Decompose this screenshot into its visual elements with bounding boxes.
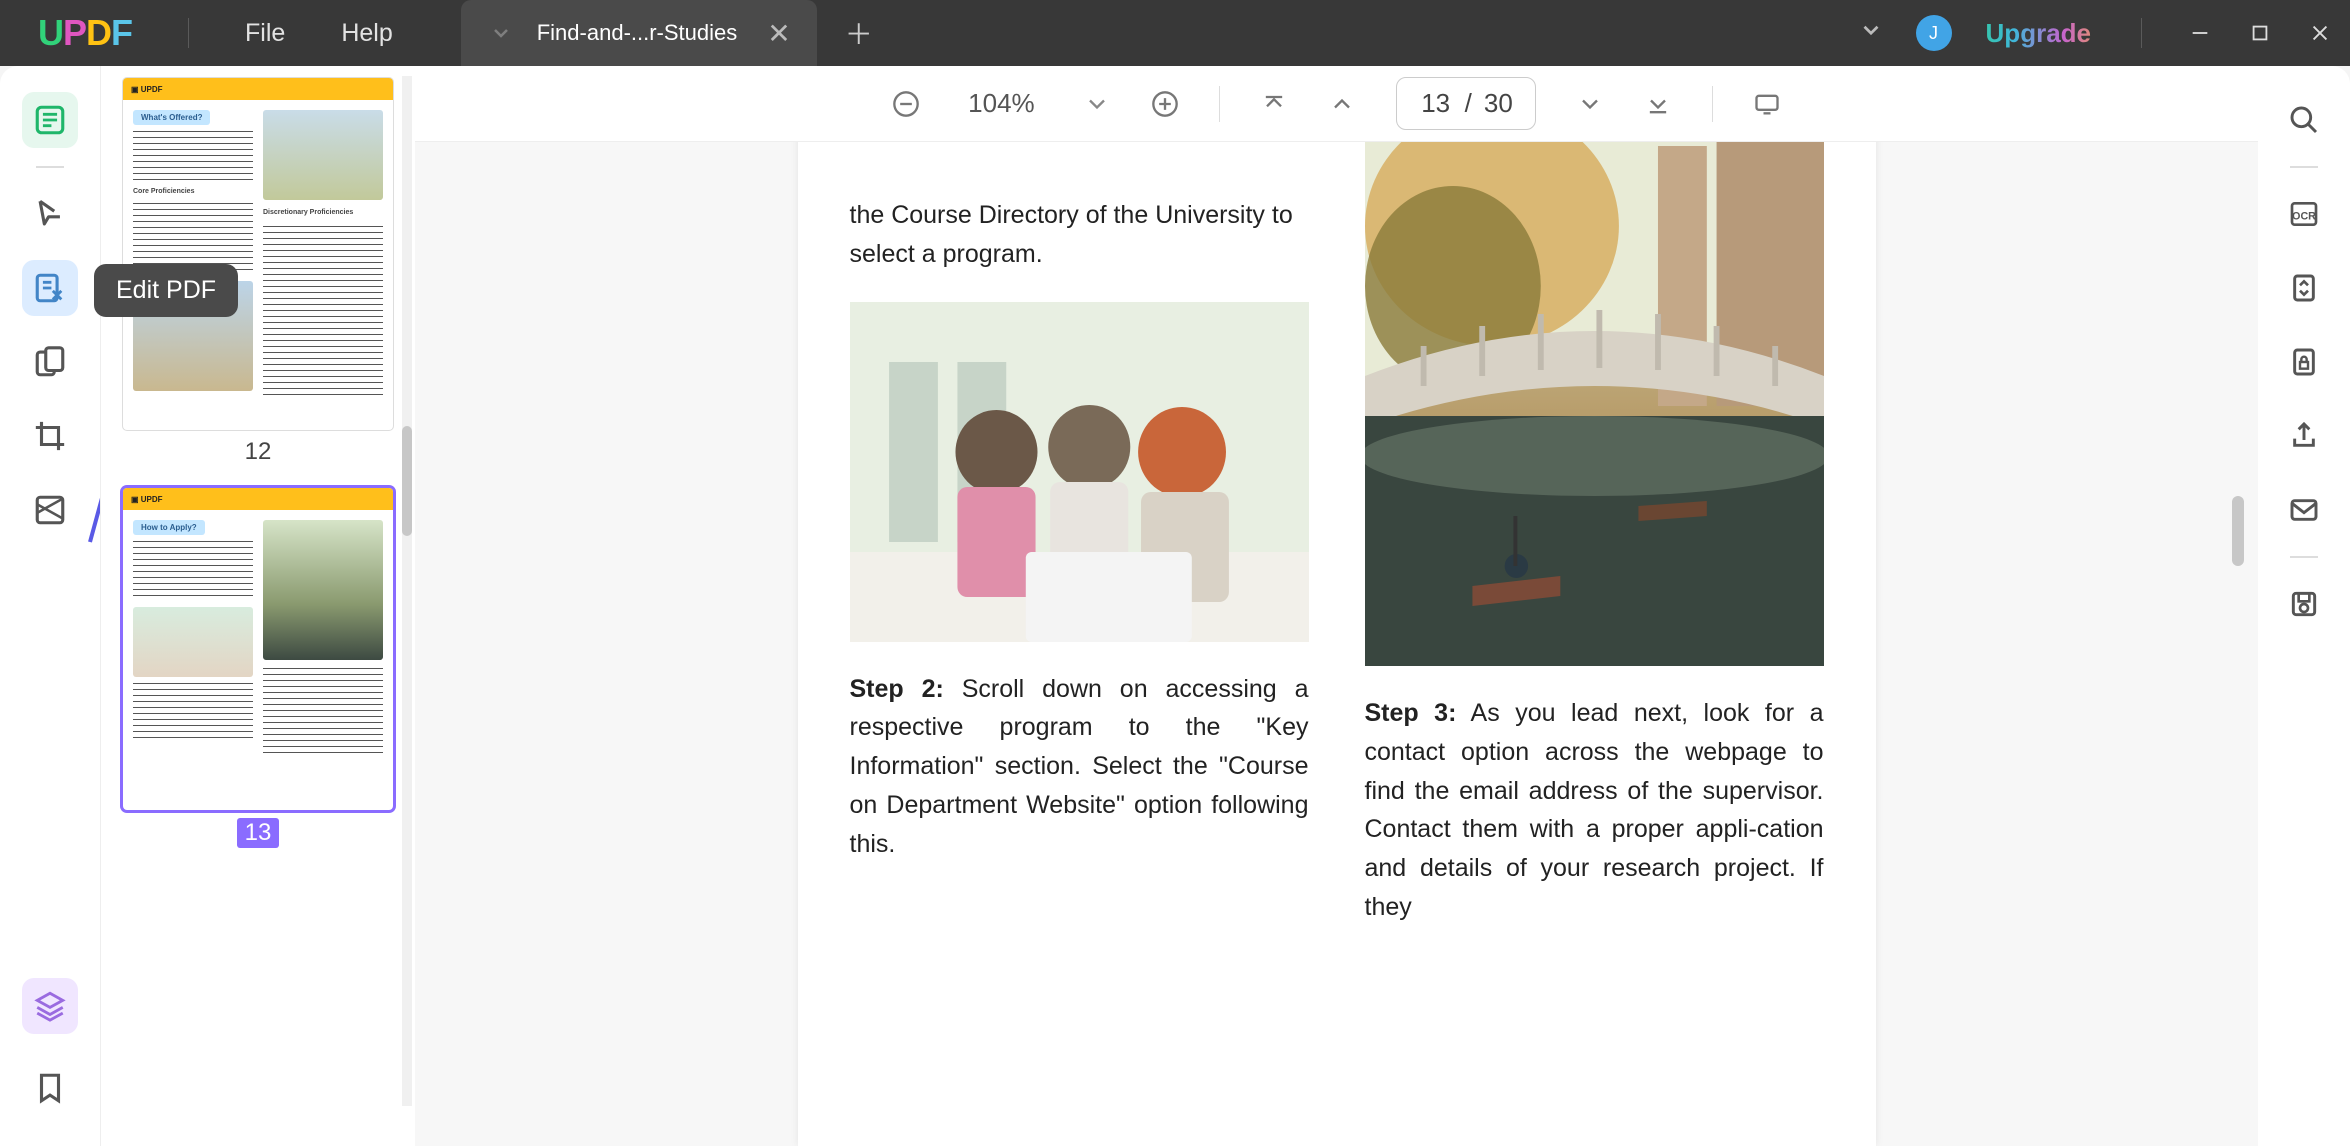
presentation-mode-button[interactable] [1753, 90, 1781, 118]
convert-tool[interactable] [2276, 260, 2332, 316]
left-toolbar: Edit PDF [0, 66, 100, 1146]
bookmark-tool[interactable] [22, 1060, 78, 1116]
app-logo: UPDF [0, 12, 160, 54]
redact-tool[interactable] [22, 482, 78, 538]
upgrade-button[interactable]: Upgrade [1964, 18, 2113, 49]
current-page-input[interactable]: 13 [1419, 88, 1453, 119]
pdf-page: the Course Directory of the University t… [798, 142, 1876, 1146]
edit-pdf-tooltip: Edit PDF [94, 264, 238, 317]
main-panel: 104% 13 / 30 the Course Directory of the… [415, 66, 2258, 1146]
page-thumbnail-12[interactable]: ▣ UPDF What's Offered? Core Proficiencie… [123, 78, 393, 430]
page-separator: / [1465, 88, 1472, 119]
page-thumbnail-13[interactable]: ▣ UPDF How to Apply? [123, 488, 393, 810]
doc-step-3: Step 3: As you lead next, look for a con… [1365, 694, 1824, 927]
divider [36, 166, 64, 168]
page-organize-tool[interactable] [22, 334, 78, 390]
separator [1712, 86, 1713, 122]
doc-image-students [850, 302, 1309, 642]
tab-title: Find-and-...r-Studies [537, 20, 738, 46]
doc-image-bridge [1365, 142, 1824, 666]
search-tool[interactable] [2276, 92, 2332, 148]
zoom-dropdown-icon[interactable] [1083, 90, 1111, 118]
window-maximize-button[interactable] [2230, 0, 2290, 66]
thumb-page-number: 12 [101, 438, 415, 466]
view-controls: 104% 13 / 30 [415, 66, 2258, 142]
zoom-in-button[interactable] [1151, 90, 1179, 118]
zoom-out-button[interactable] [892, 90, 920, 118]
first-page-button[interactable] [1260, 90, 1288, 118]
ocr-tool[interactable]: OCR [2276, 186, 2332, 242]
window-close-button[interactable] [2290, 0, 2350, 66]
thumb-page-number-current: 13 [237, 818, 279, 848]
thumbnail-scroll-thumb[interactable] [402, 426, 412, 536]
zoom-value: 104% [960, 88, 1043, 119]
right-toolbar: OCR [2258, 66, 2350, 1146]
workspace: Edit PDF ▣ UPDF [0, 66, 2350, 1146]
document-scrollbar[interactable] [2232, 156, 2244, 1116]
separator [2141, 18, 2142, 48]
thumbnails-tool[interactable] [22, 92, 78, 148]
email-tool[interactable] [2276, 482, 2332, 538]
new-tab-button[interactable]: ＋ [817, 13, 901, 53]
window-minimize-button[interactable] [2170, 0, 2230, 66]
title-bar: UPDF File Help Find-and-...r-Studies ✕ ＋… [0, 0, 2350, 66]
last-page-button[interactable] [1644, 90, 1672, 118]
thumbnail-scrollbar[interactable] [402, 76, 412, 1106]
total-pages: 30 [1484, 88, 1513, 119]
prev-page-button[interactable] [1328, 90, 1356, 118]
thumb-section-tag: How to Apply? [133, 520, 205, 535]
crop-tool[interactable] [22, 408, 78, 464]
comment-tool[interactable] [22, 186, 78, 242]
layers-tool[interactable] [22, 978, 78, 1034]
edit-pdf-tool[interactable]: Edit PDF [22, 260, 78, 316]
next-page-button[interactable] [1576, 90, 1604, 118]
thumb-brand: ▣ UPDF [131, 495, 163, 504]
divider [2290, 556, 2318, 558]
share-tool[interactable] [2276, 408, 2332, 464]
document-scroll-thumb[interactable] [2232, 496, 2244, 566]
menu-help[interactable]: Help [313, 19, 420, 48]
separator [188, 18, 189, 48]
svg-text:OCR: OCR [2292, 210, 2316, 222]
document-viewport[interactable]: the Course Directory of the University t… [415, 142, 2258, 1146]
separator [1219, 86, 1220, 122]
thumb-section-tag: What's Offered? [133, 110, 210, 125]
thumbnail-panel: ▣ UPDF What's Offered? Core Proficiencie… [100, 66, 415, 1146]
protect-tool[interactable] [2276, 334, 2332, 390]
doc-paragraph: the Course Directory of the University t… [850, 196, 1309, 274]
tabs-overflow-icon[interactable] [1838, 17, 1904, 50]
tab-close-button[interactable]: ✕ [761, 17, 796, 50]
document-tab[interactable]: Find-and-...r-Studies ✕ [461, 0, 817, 66]
thumb-brand: ▣ UPDF [131, 85, 163, 94]
page-indicator[interactable]: 13 / 30 [1396, 77, 1536, 130]
menu-file[interactable]: File [217, 19, 313, 48]
divider [2290, 166, 2318, 168]
tab-dropdown-icon[interactable] [489, 21, 513, 45]
doc-step-2: Step 2: Scroll down on accessing a respe… [850, 670, 1309, 864]
save-tool[interactable] [2276, 576, 2332, 632]
user-avatar[interactable]: J [1916, 15, 1952, 51]
